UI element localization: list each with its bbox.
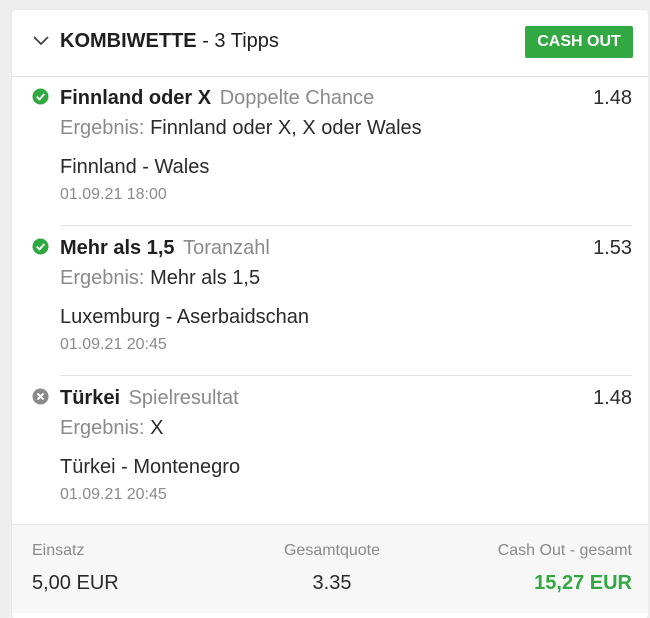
result-value: Mehr als 1,5 bbox=[150, 267, 261, 289]
tip-item: Türkei Spielresultat 1.48 Ergebnis: X Tü… bbox=[12, 376, 648, 526]
tip-odds: 1.48 bbox=[593, 387, 632, 409]
tip-market: Toranzahl bbox=[183, 237, 270, 259]
check-circle-icon bbox=[32, 238, 49, 255]
cash-out-button[interactable]: CASH OUT bbox=[525, 26, 633, 58]
tip-selection: Mehr als 1,5 bbox=[60, 237, 175, 259]
tip-odds: 1.53 bbox=[593, 237, 632, 259]
tip-odds: 1.48 bbox=[593, 87, 632, 109]
result-label: Ergebnis: bbox=[60, 117, 145, 139]
bet-type-label: KOMBIWETTE bbox=[60, 30, 197, 52]
tip-date: 01.09.21 20:45 bbox=[60, 486, 167, 503]
tip-item: Mehr als 1,5 Toranzahl 1.53 Ergebnis: Me… bbox=[12, 226, 648, 376]
tip-date: 01.09.21 20:45 bbox=[60, 336, 167, 353]
bet-header[interactable]: KOMBIWETTE - 3 Tipps CASH OUT bbox=[12, 10, 648, 77]
tip-title: Mehr als 1,5 Toranzahl bbox=[60, 237, 270, 260]
tip-date: 01.09.21 18:00 bbox=[60, 186, 167, 203]
tip-result: Ergebnis: Mehr als 1,5 bbox=[60, 267, 260, 290]
total-odds-value: 3.35 bbox=[312, 572, 352, 594]
tip-title: Finnland oder X Doppelte Chance bbox=[60, 87, 374, 110]
cashout-total-label: Cash Out - gesamt bbox=[497, 542, 632, 559]
tip-count-label: - 3 Tipps bbox=[202, 30, 279, 52]
stake-label: Einsatz bbox=[32, 542, 85, 559]
x-circle-icon bbox=[32, 388, 49, 405]
tip-selection: Türkei bbox=[60, 387, 121, 409]
tip-title: Türkei Spielresultat bbox=[60, 387, 239, 410]
result-label: Ergebnis: bbox=[60, 417, 145, 439]
cashout-total-value: 15,27 EUR bbox=[534, 572, 632, 594]
tip-market: Doppelte Chance bbox=[219, 87, 375, 109]
bet-summary: Einsatz 5,00 EUR Gesamtquote 3.35 Cash O… bbox=[12, 524, 648, 613]
tip-item: Finnland oder X Doppelte Chance 1.48 Erg… bbox=[12, 76, 648, 226]
bet-type-title: KOMBIWETTE - 3 Tipps bbox=[60, 30, 279, 53]
bet-card: KOMBIWETTE - 3 Tipps CASH OUT Finnland o… bbox=[12, 10, 648, 618]
tip-match: Türkei - Montenegro bbox=[60, 456, 241, 478]
tip-match: Finnland - Wales bbox=[60, 156, 210, 178]
stake-value: 5,00 EUR bbox=[32, 572, 119, 594]
total-odds-label: Gesamtquote bbox=[283, 542, 381, 559]
check-circle-icon bbox=[32, 88, 49, 105]
tip-match: Luxemburg - Aserbaidschan bbox=[60, 306, 310, 328]
tip-market: Spielresultat bbox=[128, 387, 239, 409]
tip-result: Ergebnis: X bbox=[60, 417, 163, 440]
result-value: X bbox=[150, 417, 164, 439]
result-label: Ergebnis: bbox=[60, 267, 145, 289]
chevron-down-icon[interactable] bbox=[32, 32, 50, 50]
tip-selection: Finnland oder X bbox=[60, 87, 212, 109]
tip-result: Ergebnis: Finnland oder X, X oder Wales bbox=[60, 117, 422, 140]
result-value: Finnland oder X, X oder Wales bbox=[150, 117, 422, 139]
